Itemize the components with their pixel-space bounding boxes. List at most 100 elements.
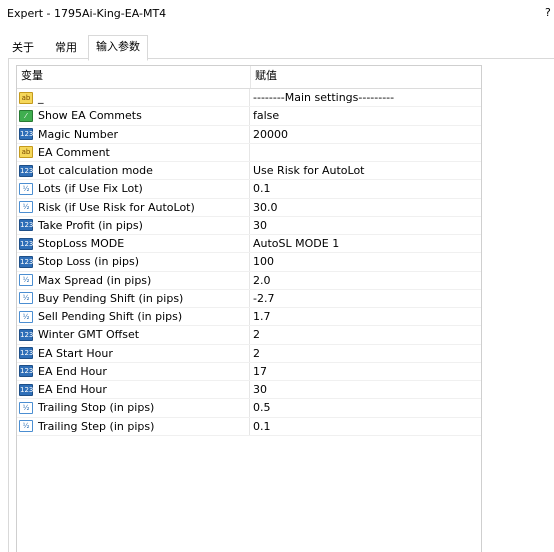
int-icon: 123 (19, 219, 34, 232)
parameter-name: Show EA Commets (38, 109, 142, 123)
parameter-name: Trailing Stop (in pips) (38, 401, 155, 415)
parameter-value[interactable]: --------Main settings--------- (253, 89, 477, 106)
parameter-name-cell: ½ Trailing Step (in pips) (17, 417, 250, 435)
bool-icon: ⁄ (19, 109, 33, 122)
parameter-value[interactable]: 30 (253, 381, 477, 398)
parameter-row[interactable]: ½ Risk (if Use Risk for AutoLot) 30.0 (17, 198, 481, 217)
parameter-name: _ (38, 91, 44, 105)
parameter-row[interactable]: ab _ --------Main settings--------- (17, 89, 481, 108)
double-icon: ½ (19, 310, 33, 323)
parameter-value[interactable]: Use Risk for AutoLot (253, 162, 477, 179)
parameter-name-cell: 123 Stop Loss (in pips) (17, 253, 250, 271)
parameter-name-cell: ½ Buy Pending Shift (in pips) (17, 289, 250, 307)
int-icon: 123 (19, 328, 34, 341)
double-icon: ½ (19, 182, 33, 195)
int-icon: 123 (19, 128, 34, 141)
double-icon: ½ (19, 401, 33, 414)
column-header-value[interactable]: 赋值 (250, 66, 481, 88)
parameter-row[interactable]: 123 StopLoss MODE AutoSL MODE 1 (17, 235, 481, 254)
parameter-value[interactable]: 2.0 (253, 272, 477, 289)
parameter-name: Lots (if Use Fix Lot) (38, 182, 143, 196)
parameter-rows: ab _ --------Main settings--------- ⁄ Show E… (17, 89, 481, 436)
parameter-name-cell: ab _ (17, 89, 250, 107)
title-bar: Expert - 1795Ai-King-EA-MT4 ? (0, 0, 554, 30)
tab-inputs[interactable]: 输入参数 (88, 35, 148, 61)
expert-properties-window: Expert - 1795Ai-King-EA-MT4 ? 关于 常用 输入参数… (0, 0, 554, 552)
parameter-name-cell: ½ Lots (if Use Fix Lot) (17, 180, 250, 198)
parameter-name: EA End Hour (38, 383, 107, 397)
parameter-name: Take Profit (in pips) (38, 218, 143, 232)
parameter-value[interactable]: 0.1 (253, 418, 477, 435)
parameter-row[interactable]: ½ Sell Pending Shift (in pips) 1.7 (17, 308, 481, 327)
double-icon: ½ (19, 292, 33, 305)
parameter-name-cell: ab EA Comment (17, 143, 250, 161)
parameter-name-cell: ½ Trailing Stop (in pips) (17, 399, 250, 417)
parameter-row[interactable]: 123 EA Start Hour 2 (17, 344, 481, 363)
parameter-name-cell: 123 EA End Hour (17, 381, 250, 399)
parameter-value[interactable]: 1.7 (253, 308, 477, 325)
parameter-row[interactable]: ⁄ Show EA Commets false (17, 107, 481, 126)
parameter-row[interactable]: 123 Lot calculation mode Use Risk for Auto… (17, 162, 481, 181)
parameter-value[interactable]: false (253, 107, 477, 124)
parameter-row[interactable]: 123 EA End Hour 17 (17, 362, 481, 381)
parameter-name-cell: 123 EA Start Hour (17, 344, 250, 362)
parameter-name: Lot calculation mode (38, 164, 153, 178)
parameter-name: Magic Number (38, 127, 119, 141)
parameter-value[interactable]: 2 (253, 326, 477, 343)
parameter-row[interactable]: ½ Trailing Step (in pips) 0.1 (17, 417, 481, 436)
window-title: Expert - 1795Ai-King-EA-MT4 (7, 7, 167, 20)
parameter-row[interactable]: 123 Take Profit (in pips) 30 (17, 216, 481, 235)
parameter-row[interactable]: ½ Lots (if Use Fix Lot) 0.1 (17, 180, 481, 199)
parameter-row[interactable]: ab EA Comment (17, 143, 481, 162)
parameter-name: Winter GMT Offset (38, 328, 140, 342)
parameter-row[interactable]: ½ Trailing Stop (in pips) 0.5 (17, 399, 481, 418)
parameter-name-cell: 123 Winter GMT Offset (17, 326, 250, 344)
parameter-row[interactable]: 123 Stop Loss (in pips) 100 (17, 253, 481, 272)
parameter-name: EA Start Hour (38, 346, 113, 360)
parameter-value[interactable] (253, 144, 477, 161)
parameter-row[interactable]: ½ Max Spread (in pips) 2.0 (17, 271, 481, 290)
ab-string-icon: ab (19, 91, 33, 104)
parameter-name: Buy Pending Shift (in pips) (38, 291, 184, 305)
parameter-value[interactable]: 30.0 (253, 199, 477, 216)
column-header-variable[interactable]: 变量 (17, 66, 249, 88)
tab-common[interactable]: 常用 (48, 37, 84, 59)
parameter-name-cell: ½ Risk (if Use Risk for AutoLot) (17, 198, 250, 216)
parameter-row[interactable]: 123 Magic Number 20000 (17, 125, 481, 144)
help-button[interactable]: ? (545, 6, 551, 19)
parameter-value[interactable]: -2.7 (253, 290, 477, 307)
parameter-name-cell: 123 Take Profit (in pips) (17, 216, 250, 234)
parameter-row[interactable]: 123 Winter GMT Offset 2 (17, 326, 481, 345)
int-icon: 123 (19, 164, 34, 177)
parameter-name: Trailing Step (in pips) (38, 419, 155, 433)
double-icon: ½ (19, 274, 33, 287)
parameter-value[interactable]: 20000 (253, 126, 477, 143)
input-parameters-grid: 变量 赋值 ab _ --------Main settings--------- ⁄… (16, 65, 482, 552)
int-icon: 123 (19, 255, 34, 268)
parameter-name-cell: 123 StopLoss MODE (17, 235, 250, 253)
parameter-name-cell: ½ Sell Pending Shift (in pips) (17, 308, 250, 326)
parameter-value[interactable]: 100 (253, 253, 477, 270)
parameter-name-cell: ⁄ Show EA Commets (17, 107, 250, 125)
parameter-value[interactable]: 0.1 (253, 180, 477, 197)
tab-about[interactable]: 关于 (6, 37, 40, 59)
parameter-row[interactable]: ½ Buy Pending Shift (in pips) -2.7 (17, 289, 481, 308)
parameter-value[interactable]: 17 (253, 363, 477, 380)
parameter-value[interactable]: 0.5 (253, 399, 477, 416)
parameter-name: EA End Hour (38, 364, 107, 378)
parameter-name-cell: 123 EA End Hour (17, 362, 250, 380)
parameter-value[interactable]: AutoSL MODE 1 (253, 235, 477, 252)
double-icon: ½ (19, 420, 33, 433)
parameter-name: StopLoss MODE (38, 237, 125, 251)
int-icon: 123 (19, 383, 34, 396)
parameter-name-cell: 123 Magic Number (17, 125, 250, 143)
parameter-name-cell: ½ Max Spread (in pips) (17, 271, 250, 289)
tab-strip: 关于 常用 输入参数 (0, 30, 554, 61)
int-icon: 123 (19, 347, 34, 360)
parameter-row[interactable]: 123 EA End Hour 30 (17, 381, 481, 400)
parameter-name: EA Comment (38, 145, 110, 159)
parameter-value[interactable]: 2 (253, 345, 477, 362)
int-icon: 123 (19, 365, 34, 378)
parameter-value[interactable]: 30 (253, 217, 477, 234)
parameter-name-cell: 123 Lot calculation mode (17, 162, 250, 180)
